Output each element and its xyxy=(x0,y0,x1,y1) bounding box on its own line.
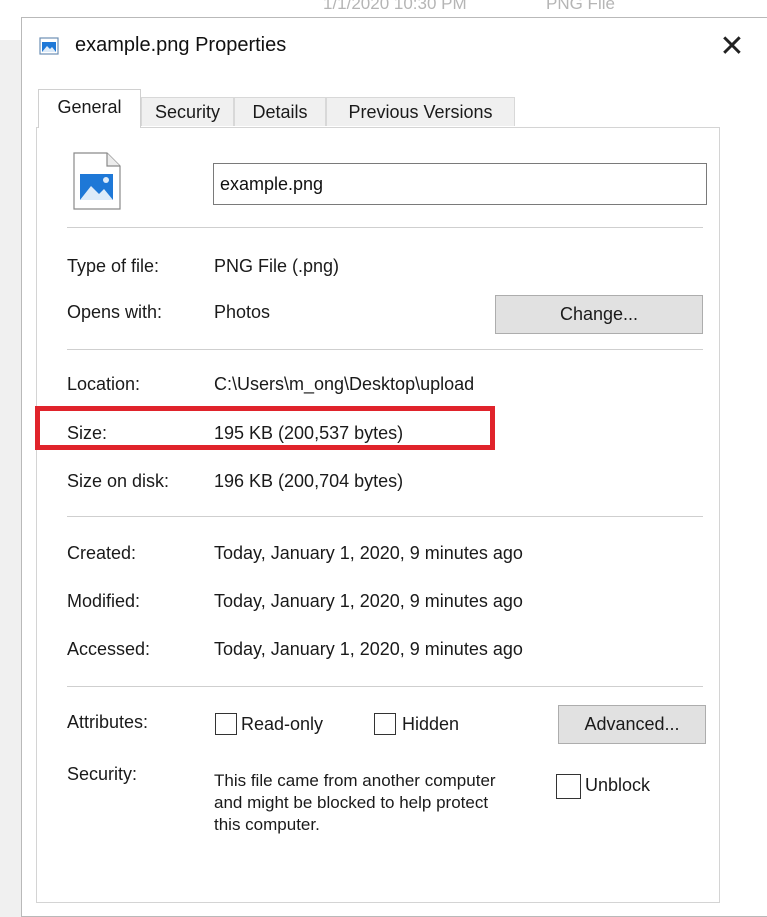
hidden-label[interactable]: Hidden xyxy=(402,714,459,735)
png-file-icon xyxy=(73,152,121,210)
close-icon: ✕ xyxy=(719,30,745,63)
security-message-line: This file came from another computer xyxy=(214,771,496,790)
security-message: This file came from another computer and… xyxy=(214,770,559,836)
background-type-text: PNG File xyxy=(546,0,615,13)
security-label: Security: xyxy=(67,764,138,784)
tab-security[interactable]: Security xyxy=(141,97,234,126)
close-button[interactable]: ✕ xyxy=(712,27,752,67)
read-only-checkbox[interactable] xyxy=(215,713,237,735)
read-only-label[interactable]: Read-only xyxy=(241,714,323,735)
tab-details[interactable]: Details xyxy=(234,97,326,126)
accessed-value: Today, January 1, 2020, 9 minutes ago xyxy=(214,639,523,659)
location-value: C:\Users\m_ong\Desktop\upload xyxy=(214,374,475,394)
location-label: Location: xyxy=(67,374,141,394)
background-date-text: 1/1/2020 10:30 PM xyxy=(323,0,467,13)
size-on-disk-value: 196 KB (200,704 bytes) xyxy=(214,471,404,491)
dialog-title: example.png Properties xyxy=(75,34,287,56)
size-highlight-box xyxy=(35,406,495,450)
tab-previous-versions[interactable]: Previous Versions xyxy=(326,97,515,126)
general-panel: Type of file: PNG File (.png) Opens with… xyxy=(36,127,720,903)
type-of-file-value: PNG File (.png) xyxy=(214,256,340,276)
opens-with-label: Opens with: xyxy=(67,302,163,322)
change-button[interactable]: Change... xyxy=(495,295,703,334)
size-on-disk-label: Size on disk: xyxy=(67,471,170,491)
security-message-line: and might be blocked to help protect xyxy=(214,793,489,812)
title-bar[interactable]: example.png Properties ✕ xyxy=(22,18,767,74)
hidden-checkbox[interactable] xyxy=(374,713,396,735)
modified-label: Modified: xyxy=(67,591,141,611)
created-label: Created: xyxy=(67,543,137,563)
separator xyxy=(67,516,703,517)
modified-value: Today, January 1, 2020, 9 minutes ago xyxy=(214,591,523,611)
unblock-label[interactable]: Unblock xyxy=(585,775,650,796)
separator xyxy=(67,227,703,228)
created-value: Today, January 1, 2020, 9 minutes ago xyxy=(214,543,523,563)
type-of-file-label: Type of file: xyxy=(67,256,160,276)
accessed-label: Accessed: xyxy=(67,639,151,659)
attributes-label: Attributes: xyxy=(67,712,149,732)
unblock-checkbox[interactable] xyxy=(556,774,581,799)
separator xyxy=(67,349,703,350)
security-message-line: this computer. xyxy=(214,815,320,834)
separator xyxy=(67,686,703,687)
tab-general[interactable]: General xyxy=(38,89,141,128)
opens-with-value: Photos xyxy=(214,302,271,322)
file-name-input[interactable] xyxy=(213,163,707,205)
properties-dialog: example.png Properties ✕ General Securit… xyxy=(21,17,767,917)
image-file-icon xyxy=(39,37,59,55)
advanced-button[interactable]: Advanced... xyxy=(558,705,706,744)
